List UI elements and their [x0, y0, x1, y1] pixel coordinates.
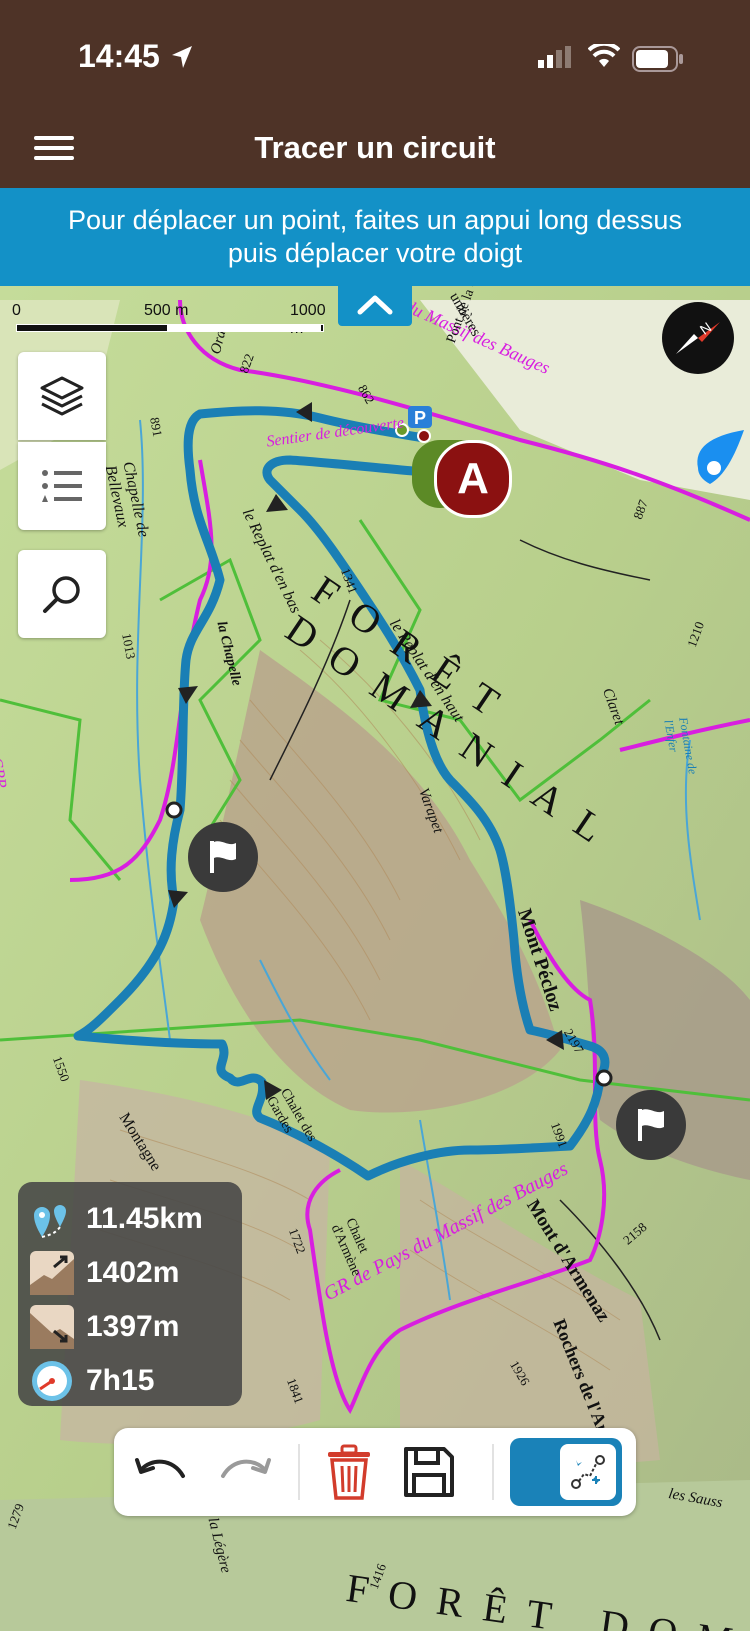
flag-icon — [638, 1109, 664, 1141]
toolbar-divider — [298, 1444, 300, 1500]
waypoint-flag-marker[interactable] — [188, 822, 258, 892]
route-waypoint[interactable] — [595, 1069, 613, 1087]
route-start-marker[interactable]: A — [434, 440, 512, 518]
banner-line-1: Pour déplacer un point, faites un appui … — [68, 205, 682, 235]
svg-text:P: P — [414, 408, 426, 428]
stat-descent-value: 1397m — [86, 1310, 180, 1343]
layers-icon — [40, 376, 84, 416]
map-scale-bar: 0 500 m 1000 m — [12, 302, 332, 342]
info-banner: Pour déplacer un point, faites un appui … — [0, 188, 750, 286]
redo-icon — [221, 1458, 271, 1478]
banner-line-2: puis déplacer votre doigt — [227, 238, 523, 268]
ascent-icon — [30, 1251, 74, 1295]
search-button[interactable] — [18, 550, 106, 638]
toolbar-divider — [492, 1444, 494, 1500]
location-arrow-icon — [172, 46, 192, 68]
distance-icon — [34, 1205, 66, 1238]
scale-label-mid: 500 m — [144, 302, 189, 319]
stat-duration-value: 7h15 — [86, 1364, 155, 1397]
wifi-icon — [588, 44, 620, 67]
collapse-banner-button[interactable] — [338, 286, 412, 326]
battery-icon — [632, 46, 683, 72]
save-icon — [404, 1447, 454, 1497]
flag-icon — [210, 841, 236, 873]
chevron-up-icon — [357, 295, 393, 315]
duration-icon — [32, 1361, 72, 1401]
stat-distance: 11.45km — [30, 1194, 203, 1244]
altitude-891: 891 — [147, 416, 166, 438]
scale-label-end: 1000 m — [290, 302, 326, 337]
list-icon — [42, 470, 82, 502]
cell-signal-icon — [538, 46, 571, 68]
route-mode-toggle[interactable] — [510, 1438, 622, 1506]
compass-icon[interactable]: N — [662, 302, 734, 374]
stat-ascent-value: 1402m — [86, 1256, 180, 1289]
trash-icon — [328, 1444, 370, 1500]
layers-button[interactable] — [18, 352, 106, 440]
stat-ascent: 1402m — [30, 1248, 179, 1298]
status-time: 14:45 — [78, 38, 160, 74]
route-waypoint[interactable] — [165, 801, 183, 819]
scale-label-zero: 0 — [12, 302, 21, 319]
stat-duration: 7h15 — [30, 1356, 154, 1406]
status-bar: 14:45 — [0, 0, 750, 120]
delete-button[interactable] — [314, 1438, 384, 1506]
svg-text:N: N — [697, 319, 714, 338]
compass-needle-icon: N — [676, 319, 720, 354]
scale-line — [16, 324, 324, 332]
descent-icon — [30, 1305, 74, 1349]
undo-icon — [135, 1458, 185, 1478]
stat-distance-value: 11.45km — [86, 1202, 203, 1235]
my-location-icon[interactable] — [690, 428, 750, 492]
app-header: Tracer un circuit — [0, 120, 750, 188]
undo-button[interactable] — [126, 1438, 196, 1506]
save-button[interactable] — [394, 1438, 464, 1506]
page-title: Tracer un circuit — [254, 130, 496, 165]
edit-toolbar — [114, 1428, 636, 1516]
waypoint-flag-marker[interactable] — [616, 1090, 686, 1160]
route-stats-panel: 11.45km 1402m 1397m 7h15 — [18, 1182, 242, 1406]
redo-button[interactable] — [210, 1438, 280, 1506]
route-waypoint[interactable] — [417, 429, 431, 443]
route-points-icon — [571, 1455, 605, 1489]
stat-descent: 1397m — [30, 1302, 179, 1352]
list-button[interactable] — [18, 442, 106, 530]
search-icon — [43, 576, 80, 613]
toggle-knob — [560, 1444, 616, 1500]
